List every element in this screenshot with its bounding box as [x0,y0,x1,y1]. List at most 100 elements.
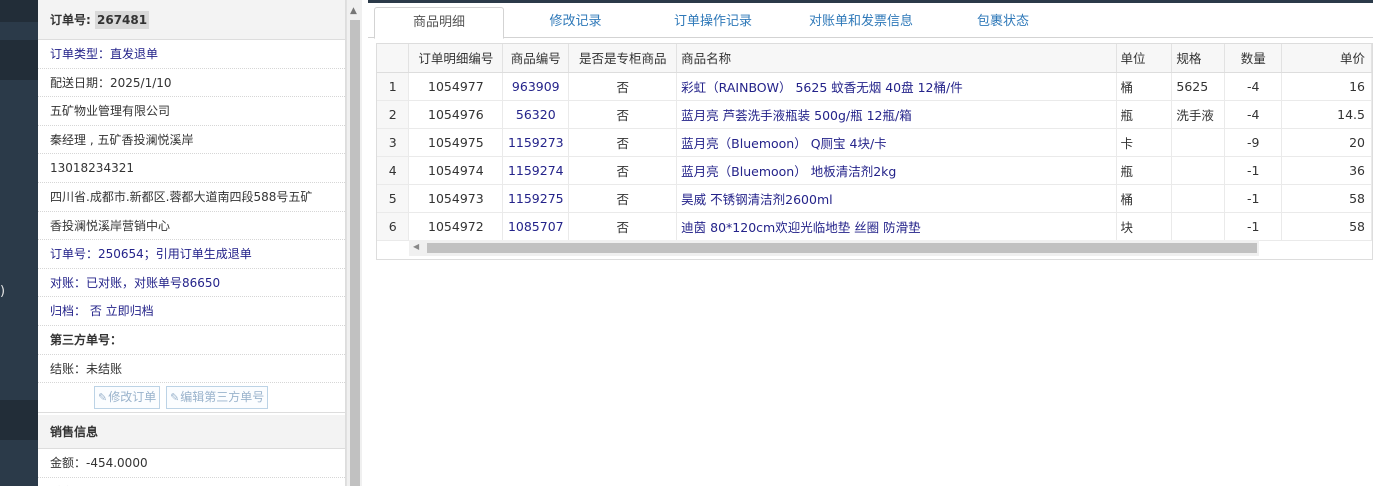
counter-product-cell: 否 [568,128,678,157]
detail-id-cell: 1054977 [408,72,504,101]
detail-tabs: 商品明细 修改记录 订单操作记录 对账单和发票信息 包裹状态 [368,5,1373,39]
info-panel-scrollbar[interactable]: ▲ [346,0,362,486]
order-info-panel: 订单号: 267481 订单类型：直发退单 配送日期：2025/1/10 五矿物… [38,0,346,486]
settlement-status: 结账：未结账 [38,355,345,384]
edge-band [0,400,38,440]
row-number-cell: 6 [377,212,410,241]
reference-order[interactable]: 订单号：250654；引用订单生成退单 [38,240,345,269]
archive-status[interactable]: 归档： 否 立即归档 [38,297,345,326]
unit-price-cell: 14.5 [1281,100,1372,129]
product-name-cell[interactable]: 昊威 不锈钢清洁剂2600ml [676,184,1117,213]
header-quantity[interactable]: 数量 [1224,44,1283,73]
product-name-cell[interactable]: 蓝月亮（Bluemoon） 地板清洁剂2kg [676,156,1117,185]
address-line-1: 四川省.成都市.新都区.蓉都大道南四段588号五矿 [38,183,345,212]
spec-cell [1171,184,1226,213]
header-spec[interactable]: 规格 [1171,44,1226,73]
table-row[interactable]: 6 1054972 1085707 否迪茵 80*120cm欢迎光临地垫 丝圈 防滑垫… [377,212,1372,241]
unit-cell: 桶 [1116,184,1173,213]
order-number-row: 订单号: 267481 [38,0,345,40]
tab-statement-invoice[interactable]: 对账单和发票信息 [786,7,936,38]
edit-order-label: 修改订单 [108,390,157,405]
edit-icon: ✎ [98,391,108,405]
spec-cell: 5625 [1171,72,1226,101]
product-name-cell[interactable]: 蓝月亮 芦荟洗手液瓶装 500g/瓶 12瓶/箱 [676,100,1117,129]
counter-product-cell: 否 [568,72,678,101]
contact-phone: 13018234321 [38,154,345,183]
product-id-cell[interactable]: 963909 [502,72,570,101]
product-name-cell[interactable]: 彩虹（RAINBOW） 5625 蚊香无烟 40盘 12桶/件 [676,72,1117,101]
product-name-cell[interactable]: 蓝月亮（Bluemoon） Q厕宝 4块/卡 [676,128,1117,157]
unit-price-cell: 20 [1281,128,1372,157]
header-unit-price[interactable]: 单价 [1281,44,1372,73]
unit-price-cell: 58 [1281,212,1372,241]
unit-cell: 卡 [1116,128,1173,157]
scroll-left-icon[interactable]: ◀ [413,242,419,251]
header-product-id[interactable]: 商品编号 [502,44,570,73]
unit-cell: 瓶 [1116,156,1173,185]
unit-price-cell: 58 [1281,184,1372,213]
quantity-cell: -1 [1224,156,1283,185]
unit-cell: 块 [1116,212,1173,241]
counter-product-cell: 否 [568,212,678,241]
detail-id-cell: 1054976 [408,100,504,129]
row-number-cell: 4 [377,156,410,185]
tab-package-status[interactable]: 包裹状态 [948,7,1058,38]
left-edge-strip: ) [0,0,38,486]
detail-area: 商品明细 修改记录 订单操作记录 对账单和发票信息 包裹状态 订单明细编号 商品… [368,0,1373,486]
table-row[interactable]: 1 1054977 963909 否彩虹（RAINBOW） 5625 蚊香无烟 40盘… [377,72,1372,101]
product-id-cell[interactable]: 1159275 [502,184,570,213]
edit-order-button[interactable]: ✎修改订单 [94,386,161,410]
table-row[interactable]: 5 1054973 1159275 否昊威 不锈钢清洁剂2600ml 桶 -1 58 [377,184,1372,213]
third-party-number: 第三方单号： [38,326,345,355]
table-row[interactable]: 4 1054974 1159274 否蓝月亮（Bluemoon） 地板清洁剂2kg 瓶 -… [377,156,1372,185]
product-detail-grid: 订单明细编号 商品编号 是否是专柜商品 商品名称 单位 规格 数量 单价 1 10… [376,43,1373,260]
product-id-cell[interactable]: 1159274 [502,156,570,185]
detail-id-cell: 1054975 [408,128,504,157]
product-id-cell[interactable]: 56320 [502,100,570,129]
product-name-cell[interactable]: 迪茵 80*120cm欢迎光临地垫 丝圈 防滑垫 [676,212,1117,241]
detail-id-cell: 1054972 [408,212,504,241]
row-number-cell: 3 [377,128,410,157]
quantity-cell: -1 [1224,212,1283,241]
header-rownum [377,44,410,73]
order-number-value[interactable]: 267481 [95,11,150,29]
header-detail-id[interactable]: 订单明细编号 [408,44,504,73]
sales-amount: 金额：-454.0000 [38,449,345,478]
table-row[interactable]: 3 1054975 1159273 否蓝月亮（Bluemoon） Q厕宝 4块/卡卡 -… [377,128,1372,157]
order-type: 订单类型：直发退单 [38,40,345,69]
delivery-date: 配送日期：2025/1/10 [38,69,345,98]
top-bar [368,0,1373,3]
detail-id-cell: 1054973 [408,184,504,213]
edge-band [0,0,38,22]
table-row[interactable]: 2 1054976 56320 否蓝月亮 芦荟洗手液瓶装 500g/瓶 12瓶/箱瓶洗… [377,100,1372,129]
header-counter-product[interactable]: 是否是专柜商品 [568,44,678,73]
edit-third-party-label: 编辑第三方单号 [180,390,265,405]
scrollbar-thumb[interactable] [350,20,360,486]
row-number-cell: 5 [377,184,410,213]
edit-third-party-button[interactable]: ✎编辑第三方单号 [166,386,269,410]
product-id-cell[interactable]: 1085707 [502,212,570,241]
product-table: 订单明细编号 商品编号 是否是专柜商品 商品名称 单位 规格 数量 单价 1 10… [377,44,1372,241]
reconciliation-status[interactable]: 对账：已对账，对账单号86650 [38,269,345,298]
scroll-up-icon[interactable]: ▲ [350,6,357,16]
tab-product-details[interactable]: 商品明细 [374,7,504,39]
row-number-cell: 1 [377,72,410,101]
grid-horizontal-scrollbar[interactable]: ◀ [409,240,1259,256]
action-buttons: ✎修改订单 ✎编辑第三方单号 [38,383,345,414]
header-product-name[interactable]: 商品名称 [676,44,1117,73]
detail-id-cell: 1054974 [408,156,504,185]
unit-price-cell: 16 [1281,72,1372,101]
product-id-cell[interactable]: 1159273 [502,128,570,157]
counter-product-cell: 否 [568,184,678,213]
sales-info-header: 销售信息 [38,415,345,450]
tab-operation-log[interactable]: 订单操作记录 [653,7,773,38]
spec-cell [1171,128,1226,157]
unit-cell: 桶 [1116,72,1173,101]
company-name: 五矿物业管理有限公司 [38,97,345,126]
tab-change-log[interactable]: 修改记录 [518,7,633,38]
counter-product-cell: 否 [568,156,678,185]
header-unit[interactable]: 单位 [1116,44,1173,73]
spec-cell: 洗手液 [1171,100,1226,129]
horizontal-scrollbar-thumb[interactable] [427,243,1257,253]
quantity-cell: -4 [1224,72,1283,101]
